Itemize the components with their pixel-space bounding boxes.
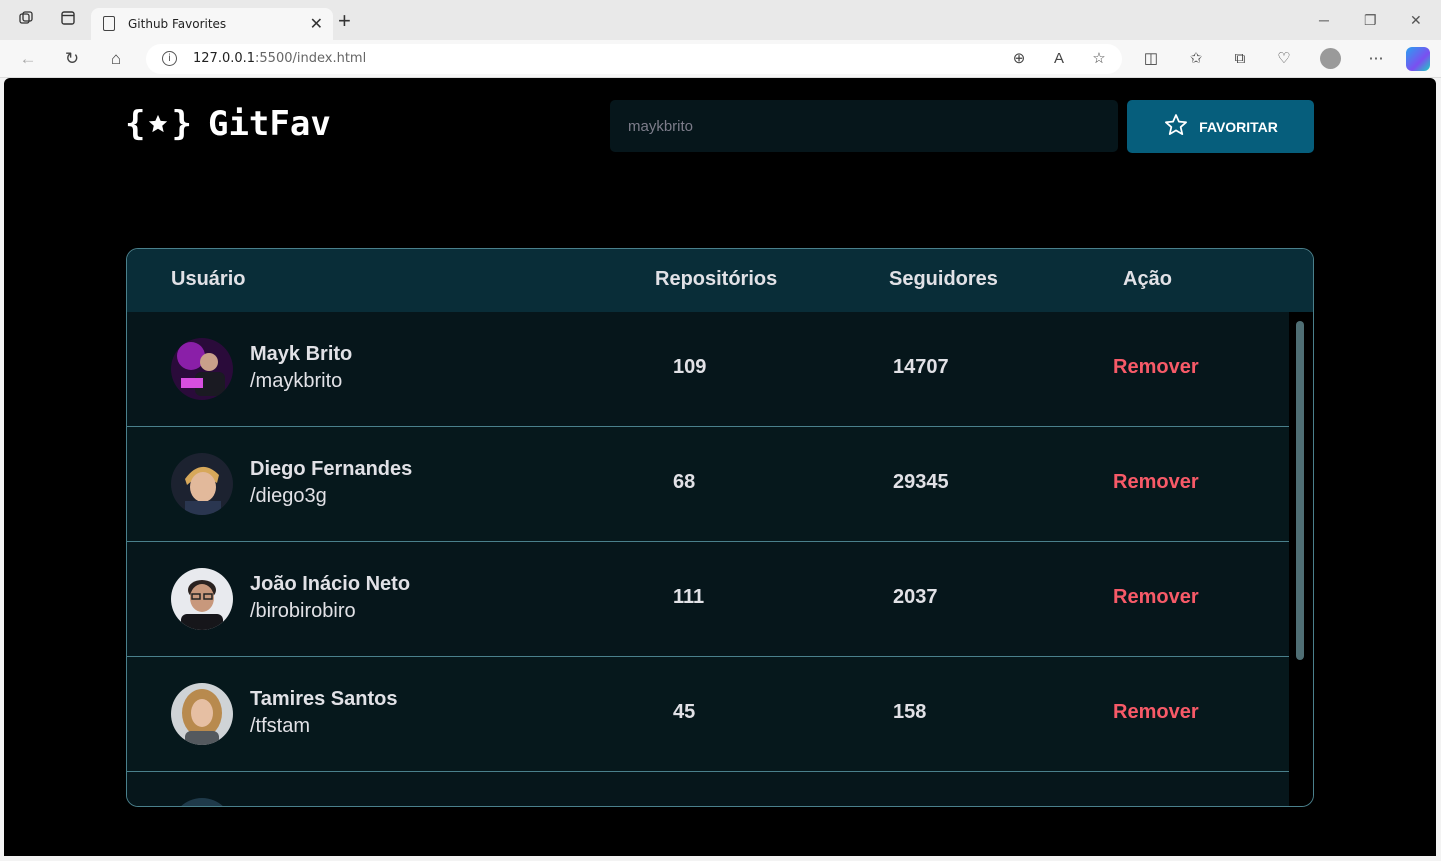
read-aloud-icon[interactable]: A [1049, 49, 1069, 69]
tab-title: Github Favorites [128, 17, 227, 31]
user-login: /tfstam [250, 715, 311, 737]
favorite-star-icon[interactable]: ☆ [1089, 49, 1109, 69]
favorite-button[interactable]: FAVORITAR [1127, 100, 1314, 153]
avatar [171, 568, 233, 630]
follower-count: 2037 [893, 586, 938, 608]
header-user: Usuário [171, 268, 246, 290]
table-row: Tamires Santos /tfstam 45 158 Remover [127, 657, 1289, 772]
user-login: /maykbrito [250, 370, 343, 392]
logo: { } GitFav [125, 104, 331, 144]
avatar [171, 338, 233, 400]
repo-count: 111 [673, 586, 705, 608]
repo-count: 109 [673, 356, 707, 378]
site-info-icon[interactable]: i [162, 51, 177, 66]
restore-icon[interactable]: ❐ [1364, 12, 1377, 29]
follower-count: 14707 [893, 356, 949, 378]
page-viewport: { } GitFav FAVORITAR Usuário Repositório… [4, 78, 1436, 856]
close-window-icon[interactable]: ✕ [1410, 12, 1422, 29]
header-followers: Seguidores [889, 268, 998, 290]
user-name: João Inácio Neto [250, 573, 411, 595]
repo-count: 45 [673, 701, 696, 723]
table-row: Diego Fernandes /diego3g 68 29345 Remove… [127, 427, 1289, 542]
avatar [171, 798, 233, 806]
logo-star-icon [147, 104, 169, 144]
header-repos: Repositórios [655, 268, 778, 290]
table-row: João Inácio Neto /birobirobiro 111 2037 … [127, 542, 1289, 657]
remove-button[interactable]: Remover [1113, 701, 1199, 724]
collections-icon[interactable]: ⧉ [1230, 49, 1250, 69]
workspaces-icon[interactable] [16, 10, 36, 30]
logo-brace-open: { [125, 104, 146, 144]
remove-button[interactable]: Remover [1113, 586, 1199, 609]
url-text: 127.0.0.1:5500/index.html [193, 51, 367, 66]
browser-tab-bar: Github Favorites ✕ + ─ ❐ ✕ [0, 0, 1441, 40]
logo-brace-close: } [171, 104, 192, 144]
favorite-button-label: FAVORITAR [1199, 118, 1278, 135]
close-tab-icon[interactable]: ✕ [310, 14, 323, 34]
user-name: Diego Fernandes [250, 458, 413, 480]
follower-count: 29345 [893, 471, 949, 493]
back-icon[interactable]: ← [18, 49, 38, 69]
refresh-icon[interactable]: ↻ [62, 49, 82, 69]
home-icon[interactable]: ⌂ [106, 49, 126, 69]
repo-count: 68 [673, 471, 696, 493]
browser-toolbar: ← ↻ ⌂ i 127.0.0.1:5500/index.html ⊕ A ☆ … [0, 40, 1441, 78]
star-icon [1163, 112, 1189, 141]
remove-button[interactable]: Remover [1113, 356, 1199, 379]
tab-actions-icon[interactable] [58, 10, 78, 30]
new-tab-icon[interactable]: + [338, 8, 351, 34]
minimize-icon[interactable]: ─ [1319, 12, 1329, 28]
scrollbar-thumb[interactable] [1296, 321, 1304, 660]
browser-tab[interactable]: Github Favorites ✕ [91, 8, 333, 40]
avatar [171, 683, 233, 745]
copilot-icon[interactable] [1406, 47, 1430, 71]
follower-count: 158 [893, 701, 927, 723]
remove-button[interactable]: Remover [1113, 471, 1199, 494]
browser-essentials-icon[interactable]: ♡ [1274, 49, 1294, 69]
table-header: Usuário Repositórios Seguidores Ação [127, 249, 1313, 312]
user-login: /diego3g [250, 485, 327, 507]
address-bar[interactable]: i 127.0.0.1:5500/index.html [146, 44, 1122, 74]
avatar [171, 453, 233, 515]
split-screen-icon[interactable]: ◫ [1141, 49, 1161, 69]
logo-text: GitFav [207, 104, 331, 144]
page-icon [103, 16, 115, 31]
user-login: /birobirobiro [250, 600, 356, 622]
zoom-icon[interactable]: ⊕ [1009, 49, 1029, 69]
user-name: Tamires Santos [250, 688, 398, 710]
user-name: Mayk Brito [250, 343, 353, 365]
profile-avatar[interactable] [1320, 48, 1341, 69]
table-row-partial [127, 772, 1289, 806]
favorites-icon[interactable]: ✩ [1186, 49, 1206, 69]
search-input[interactable] [610, 100, 1118, 152]
more-icon[interactable]: ⋯ [1366, 49, 1386, 69]
table-row: Mayk Brito /maykbrito 109 14707 Remover [127, 312, 1289, 427]
header-action: Ação [1123, 268, 1172, 290]
favorites-table: Usuário Repositórios Seguidores Ação May… [126, 248, 1314, 807]
